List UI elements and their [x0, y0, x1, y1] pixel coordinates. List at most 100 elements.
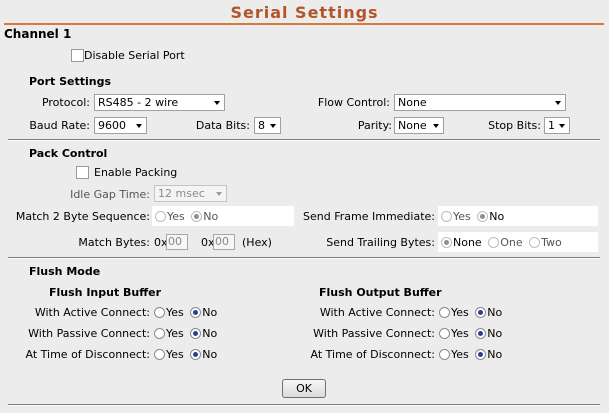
title-divider: [4, 23, 604, 25]
send-frame-label: Send Frame Immediate:: [303, 210, 435, 223]
stop-bits-label: Stop Bits:: [488, 119, 541, 132]
chevron-down-icon: [555, 101, 561, 105]
flow-control-label: Flow Control:: [317, 96, 390, 109]
enable-packing-checkbox[interactable]: [76, 166, 89, 179]
parity-select[interactable]: None: [394, 117, 444, 134]
input-active-yes-label: Yes: [166, 306, 184, 319]
send-frame-yes-radio[interactable]: [441, 211, 452, 222]
send-trailing-label: Send Trailing Bytes:: [326, 236, 435, 249]
idle-gap-value: 12 msec: [158, 187, 205, 200]
input-active-label: With Active Connect:: [34, 306, 150, 319]
flow-control-select[interactable]: None: [394, 94, 566, 111]
send-frame-no-radio[interactable]: [477, 211, 489, 222]
input-passive-yes-radio[interactable]: [154, 328, 165, 339]
output-active-yes-label: Yes: [451, 306, 469, 319]
data-bits-label: Data Bits:: [195, 119, 250, 132]
output-disconnect-yes-label: Yes: [451, 348, 469, 361]
output-passive-group: Yes No: [439, 327, 502, 340]
input-passive-label: With Passive Connect:: [28, 327, 150, 340]
send-trailing-two-radio[interactable]: [529, 237, 541, 248]
match2-no-label: No: [203, 210, 219, 223]
pack-control-heading: Pack Control: [29, 147, 108, 160]
output-passive-no-radio[interactable]: [475, 328, 487, 339]
send-trailing-two-label: Two: [541, 236, 562, 249]
output-disconnect-no-label: No: [487, 348, 503, 361]
stop-bits-value: 1: [548, 119, 555, 132]
data-bits-select[interactable]: 8: [254, 117, 281, 134]
chevron-down-icon: [433, 124, 439, 128]
input-disconnect-label: At Time of Disconnect:: [25, 348, 150, 361]
input-disconnect-group: Yes No: [154, 348, 217, 361]
flush-output-heading: Flush Output Buffer: [319, 286, 442, 299]
port-settings-heading: Port Settings: [29, 75, 112, 88]
match2-no-radio[interactable]: [191, 211, 203, 222]
stop-bits-select[interactable]: 1: [544, 117, 570, 134]
match-byte-2-input[interactable]: 00: [213, 234, 235, 250]
flush-input-heading: Flush Input Buffer: [49, 286, 162, 299]
input-passive-group: Yes No: [154, 327, 217, 340]
flow-control-value: None: [398, 96, 427, 109]
input-passive-no-radio[interactable]: [190, 328, 202, 339]
input-passive-yes-label: Yes: [166, 327, 184, 340]
send-trailing-one-radio[interactable]: [488, 237, 500, 248]
baud-rate-value: 9600: [98, 119, 126, 132]
disable-serial-port-label: Disable Serial Port: [84, 49, 185, 62]
send-trailing-none-radio[interactable]: [441, 237, 452, 248]
divider: [8, 139, 600, 141]
input-active-yes-radio[interactable]: [154, 307, 165, 318]
chevron-down-icon: [270, 124, 276, 128]
page-title: Serial Settings: [230, 3, 379, 22]
input-disconnect-no-radio[interactable]: [190, 349, 202, 360]
channel-heading: Channel 1: [4, 27, 72, 41]
send-trailing-group: None One Two: [441, 236, 562, 249]
output-active-no-label: No: [487, 306, 503, 319]
output-passive-yes-radio[interactable]: [439, 328, 450, 339]
output-active-no-radio[interactable]: [475, 307, 487, 318]
input-active-no-radio[interactable]: [190, 307, 202, 318]
chevron-down-icon: [559, 124, 565, 128]
output-active-yes-radio[interactable]: [439, 307, 450, 318]
protocol-select[interactable]: RS485 - 2 wire: [94, 94, 225, 111]
chevron-down-icon: [216, 192, 222, 196]
protocol-value: RS485 - 2 wire: [98, 96, 179, 109]
output-active-label: With Active Connect:: [319, 306, 435, 319]
input-disconnect-yes-radio[interactable]: [154, 349, 165, 360]
send-frame-no-label: No: [489, 210, 505, 223]
protocol-label: Protocol:: [41, 96, 90, 109]
match2-label: Match 2 Byte Sequence:: [15, 210, 150, 223]
match2-yes-label: Yes: [167, 210, 185, 223]
disable-serial-port-checkbox[interactable]: [71, 49, 84, 62]
match-bytes-label: Match Bytes:: [78, 236, 150, 249]
input-active-group: Yes No: [154, 306, 217, 319]
output-passive-no-label: No: [487, 327, 503, 340]
idle-gap-select[interactable]: 12 msec: [154, 185, 227, 202]
baud-rate-label: Baud Rate:: [29, 119, 90, 132]
output-active-group: Yes No: [439, 306, 502, 319]
input-disconnect-no-label: No: [202, 348, 218, 361]
output-disconnect-group: Yes No: [439, 348, 502, 361]
chevron-down-icon: [214, 101, 220, 105]
output-passive-yes-label: Yes: [451, 327, 469, 340]
baud-rate-select[interactable]: 9600: [94, 117, 147, 134]
output-passive-label: With Passive Connect:: [313, 327, 435, 340]
send-trailing-none-label: None: [453, 236, 482, 249]
send-trailing-one-label: One: [500, 236, 523, 249]
chevron-down-icon: [136, 124, 142, 128]
divider: [8, 257, 600, 259]
parity-label: Parity:: [357, 119, 392, 132]
idle-gap-label: Idle Gap Time:: [70, 188, 150, 201]
divider: [8, 404, 600, 406]
data-bits-value: 8: [258, 119, 265, 132]
match-bytes-hex-label: (Hex): [242, 236, 272, 249]
send-frame-group: Yes No: [441, 210, 504, 223]
output-disconnect-label: At Time of Disconnect:: [310, 348, 435, 361]
input-disconnect-yes-label: Yes: [166, 348, 184, 361]
input-passive-no-label: No: [202, 327, 218, 340]
enable-packing-label: Enable Packing: [94, 166, 178, 179]
match-byte-1-input[interactable]: 00: [166, 234, 188, 250]
output-disconnect-no-radio[interactable]: [475, 349, 487, 360]
match2-yes-radio[interactable]: [155, 211, 166, 222]
send-frame-yes-label: Yes: [453, 210, 471, 223]
output-disconnect-yes-radio[interactable]: [439, 349, 450, 360]
ok-button[interactable]: OK: [282, 379, 326, 398]
